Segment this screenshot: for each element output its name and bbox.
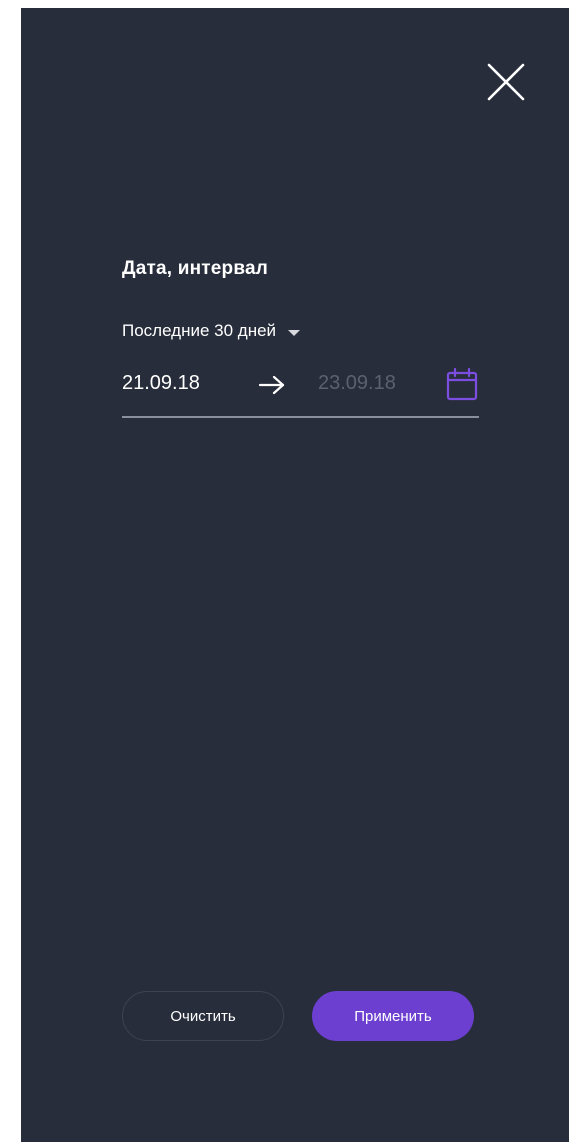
filter-panel: Дата, интервал Последние 30 дней Очистит… bbox=[21, 8, 569, 1142]
date-to-input[interactable] bbox=[318, 372, 428, 395]
close-button[interactable] bbox=[484, 60, 528, 104]
close-icon bbox=[487, 63, 525, 101]
chevron-down-icon bbox=[288, 329, 301, 336]
period-dropdown-value: Последние 30 дней bbox=[122, 321, 277, 340]
section-title: Дата, интервал bbox=[122, 258, 269, 279]
apply-button[interactable]: Применить bbox=[312, 991, 474, 1041]
arrow-right-icon bbox=[258, 375, 285, 395]
calendar-button[interactable] bbox=[444, 366, 480, 402]
clear-button[interactable]: Очистить bbox=[122, 991, 284, 1041]
calendar-icon bbox=[446, 367, 478, 401]
date-from-input[interactable] bbox=[122, 372, 232, 395]
period-dropdown[interactable]: Последние 30 дней bbox=[122, 318, 301, 344]
date-range-field bbox=[122, 360, 479, 418]
